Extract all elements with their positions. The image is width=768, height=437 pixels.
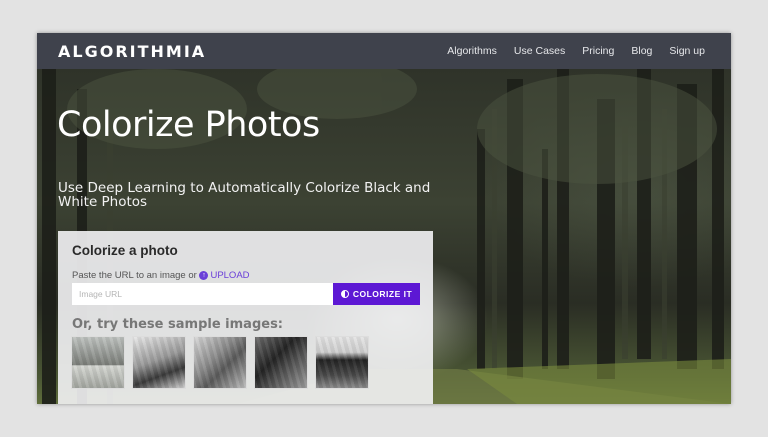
colorize-it-button[interactable]: COLORIZE IT xyxy=(333,283,420,305)
algorithmia-logo[interactable]: ALGORITHMIA xyxy=(58,42,206,61)
sample-image-group[interactable] xyxy=(316,337,368,388)
upload-label: UPLOAD xyxy=(210,270,250,281)
url-label-text: Paste the URL to an image or xyxy=(72,270,197,281)
page-subtitle: Use Deep Learning to Automatically Color… xyxy=(58,180,431,210)
sample-image-portrait[interactable] xyxy=(255,337,307,388)
sample-image-beach[interactable] xyxy=(72,337,124,388)
browser-frame: ALGORITHMIA Algorithms Use Cases Pricing… xyxy=(37,33,731,404)
nav-links: Algorithms Use Cases Pricing Blog Sign u… xyxy=(447,45,705,57)
nav-link-algorithms[interactable]: Algorithms xyxy=(447,45,497,57)
sample-image-race-car[interactable] xyxy=(133,337,185,388)
navbar: ALGORITHMIA Algorithms Use Cases Pricing… xyxy=(37,33,731,69)
samples-heading: Or, try these sample images: xyxy=(72,317,284,332)
nav-link-pricing[interactable]: Pricing xyxy=(582,45,614,57)
page-title: Colorize Photos xyxy=(57,105,320,145)
upload-link[interactable]: ↑ UPLOAD xyxy=(199,270,250,281)
nav-link-use-cases[interactable]: Use Cases xyxy=(514,45,565,57)
sample-image-rider[interactable] xyxy=(194,337,246,388)
upload-arrow-icon: ↑ xyxy=(199,270,209,280)
nav-link-sign-up[interactable]: Sign up xyxy=(669,45,705,57)
card-title: Colorize a photo xyxy=(72,243,178,258)
hero-section: Colorize Photos Use Deep Learning to Aut… xyxy=(37,69,731,404)
image-url-input[interactable] xyxy=(72,283,333,305)
colorize-card: Colorize a photo Paste the URL to an ima… xyxy=(58,231,433,404)
nav-link-blog[interactable]: Blog xyxy=(631,45,652,57)
colorize-button-label: COLORIZE IT xyxy=(352,289,413,299)
sample-images xyxy=(72,337,368,388)
url-instructions: Paste the URL to an image or ↑ UPLOAD xyxy=(72,270,250,281)
contrast-icon xyxy=(340,290,349,298)
